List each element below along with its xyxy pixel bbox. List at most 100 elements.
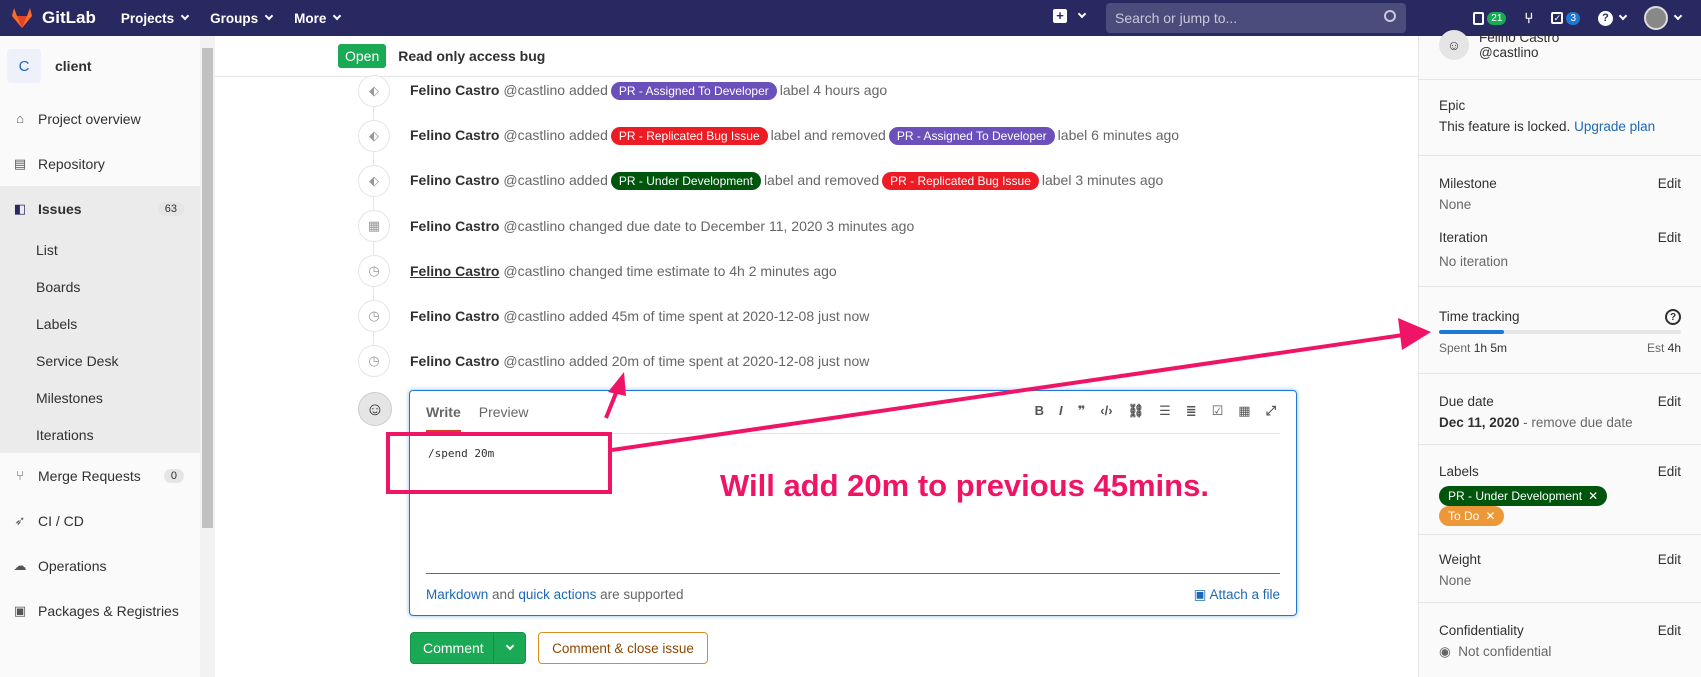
time-tracking-progress	[1439, 330, 1681, 334]
note-author[interactable]: Felino Castro	[410, 218, 499, 234]
sidebar-item-issues[interactable]: ◧ Issues 63	[0, 186, 214, 231]
labels-block: Labels Edit PR - Under Development ✕ To Do…	[1439, 464, 1681, 526]
comment-options-dropdown[interactable]	[493, 633, 521, 663]
project-header[interactable]: C client	[0, 36, 214, 96]
fullscreen-icon[interactable]: ⤢	[1266, 403, 1276, 419]
quote-icon[interactable]: ❞	[1078, 403, 1086, 419]
link-icon[interactable]: ⛓	[1128, 403, 1145, 419]
timer-icon: ◷	[358, 255, 390, 287]
merge-requests-nav-button[interactable]: ⑂	[1524, 10, 1533, 27]
label-badge[interactable]: PR - Replicated Bug Issue	[882, 172, 1039, 190]
confidentiality-title: Confidentiality	[1439, 623, 1524, 638]
bullet-list-icon[interactable]: ☰	[1159, 403, 1171, 419]
sidebar-subitem-iterations[interactable]: Iterations	[0, 416, 214, 453]
sidebar-item-operations[interactable]: ☁ Operations	[0, 543, 214, 588]
label-badge[interactable]: PR - Assigned To Developer	[610, 82, 777, 100]
sidebar-item-label: Repository	[38, 155, 105, 172]
label-badge[interactable]: PR - Assigned To Developer	[888, 127, 1055, 145]
close-icon[interactable]: ✕	[1588, 489, 1598, 503]
annotation-highlight-box	[386, 432, 612, 494]
sidebar-scrollbar-thumb[interactable]	[202, 48, 213, 528]
status-badge: Open	[338, 44, 387, 68]
weight-title: Weight	[1439, 552, 1481, 567]
time-tracking-values: Spent 1h 5m Est 4h	[1439, 341, 1681, 355]
help-icon[interactable]: ?	[1665, 309, 1681, 325]
gitlab-logo[interactable]: GitLab	[10, 7, 96, 29]
labels-edit-link[interactable]: Edit	[1658, 464, 1681, 479]
user-menu[interactable]	[1644, 6, 1683, 30]
nav-more-label: More	[294, 10, 327, 26]
task-list-icon[interactable]: ☑	[1212, 403, 1224, 419]
sidebar-subitem-service-desk[interactable]: Service Desk	[0, 342, 214, 379]
search-input[interactable]: Search or jump to...	[1106, 3, 1406, 33]
quick-actions-link[interactable]: quick actions	[518, 587, 596, 602]
attach-file-button[interactable]: ▣ Attach a file	[1194, 587, 1280, 603]
todos-count: 3	[1566, 11, 1580, 25]
nav-more[interactable]: More	[294, 10, 342, 26]
note-author[interactable]: Felino Castro	[410, 127, 499, 143]
bold-icon[interactable]: B	[1035, 403, 1044, 419]
label-icon: ⬖	[358, 120, 390, 152]
label-chip[interactable]: PR - Under Development ✕	[1439, 486, 1608, 506]
epic-block: Epic This feature is locked. Upgrade pla…	[1439, 98, 1681, 134]
upgrade-plan-link[interactable]: Upgrade plan	[1574, 119, 1655, 134]
issues-nav-button[interactable]: 21	[1473, 11, 1507, 25]
tab-preview[interactable]: Preview	[479, 404, 529, 420]
note-action: added	[568, 172, 608, 188]
editor-bottom-divider	[426, 573, 1280, 574]
search-icon	[1384, 10, 1396, 22]
package-icon: ▣	[13, 602, 27, 618]
note-author[interactable]: Felino Castro	[410, 172, 499, 188]
close-icon[interactable]: ✕	[1485, 509, 1495, 523]
note-author[interactable]: Felino Castro	[410, 82, 499, 98]
assignee-block[interactable]: ☺ Felino Castro @castlino	[1439, 30, 1681, 60]
help-dropdown[interactable]: ?	[1598, 10, 1628, 26]
tab-write[interactable]: Write	[426, 393, 461, 432]
sidebar-item-ci-cd[interactable]: ➶ CI / CD	[0, 498, 214, 543]
italic-icon[interactable]: I	[1059, 403, 1063, 419]
milestone-edit-link[interactable]: Edit	[1658, 176, 1681, 191]
iteration-block: Iteration Edit No iteration	[1439, 230, 1681, 269]
table-icon[interactable]: ▦	[1238, 403, 1250, 419]
sidebar-subitem-list[interactable]: List	[0, 231, 214, 268]
due-date-edit-link[interactable]: Edit	[1658, 394, 1681, 409]
note-author[interactable]: Felino Castro	[410, 308, 499, 324]
annotation-text: Will add 20m to previous 45mins.	[720, 468, 1209, 503]
nav-projects[interactable]: Projects	[121, 11, 190, 26]
note-handle: @castlino	[503, 263, 566, 279]
nav-groups[interactable]: Groups	[210, 11, 274, 26]
todos-nav-button[interactable]: ✓ 3	[1551, 11, 1580, 25]
system-note: ◷ Felino Castro @castlino added 45m of t…	[358, 300, 869, 332]
chevron-down-icon	[333, 11, 342, 21]
todo-check-icon: ✓	[1551, 12, 1564, 24]
confidentiality-edit-link[interactable]: Edit	[1658, 623, 1681, 638]
sidebar-item-packages[interactable]: ▣ Packages & Registries	[0, 588, 214, 633]
weight-edit-link[interactable]: Edit	[1658, 552, 1681, 567]
iteration-edit-link[interactable]: Edit	[1658, 230, 1681, 245]
comment-button[interactable]: Comment	[410, 632, 526, 664]
note-author[interactable]: Felino Castro	[410, 353, 499, 369]
comment-button-label: Comment	[423, 640, 484, 656]
sidebar-item-merge-requests[interactable]: ⑂ Merge Requests 0	[0, 453, 214, 498]
label-badge[interactable]: PR - Under Development	[610, 172, 761, 190]
sidebar-subitem-boards[interactable]: Boards	[0, 268, 214, 305]
markdown-link[interactable]: Markdown	[426, 587, 488, 602]
comment-and-close-button[interactable]: Comment & close issue	[538, 632, 708, 664]
epic-locked-text: This feature is locked.	[1439, 119, 1571, 134]
note-author[interactable]: Felino Castro	[410, 263, 499, 279]
sidebar-item-repository[interactable]: ▤ Repository	[0, 141, 214, 186]
sidebar-item-project-overview[interactable]: ⌂ Project overview	[0, 96, 214, 141]
confidentiality-block: Confidentiality Edit ◉ Not confidential	[1439, 623, 1681, 660]
new-dropdown[interactable]: +	[1053, 9, 1087, 23]
note-text: changed time estimate to 4h 2 minutes ag…	[568, 263, 837, 279]
chevron-down-icon	[505, 641, 514, 651]
sidebar-subitem-milestones[interactable]: Milestones	[0, 379, 214, 416]
home-icon: ⌂	[16, 111, 24, 126]
note-handle: @castlino	[503, 82, 566, 98]
sidebar-subitem-labels[interactable]: Labels	[0, 305, 214, 342]
label-badge[interactable]: PR - Replicated Bug Issue	[610, 127, 768, 145]
remove-due-date-link[interactable]: - remove due date	[1523, 415, 1633, 430]
code-icon[interactable]: ‹/›	[1100, 403, 1112, 419]
label-chip[interactable]: To Do ✕	[1439, 506, 1505, 526]
numbered-list-icon[interactable]: ≣	[1186, 403, 1197, 419]
